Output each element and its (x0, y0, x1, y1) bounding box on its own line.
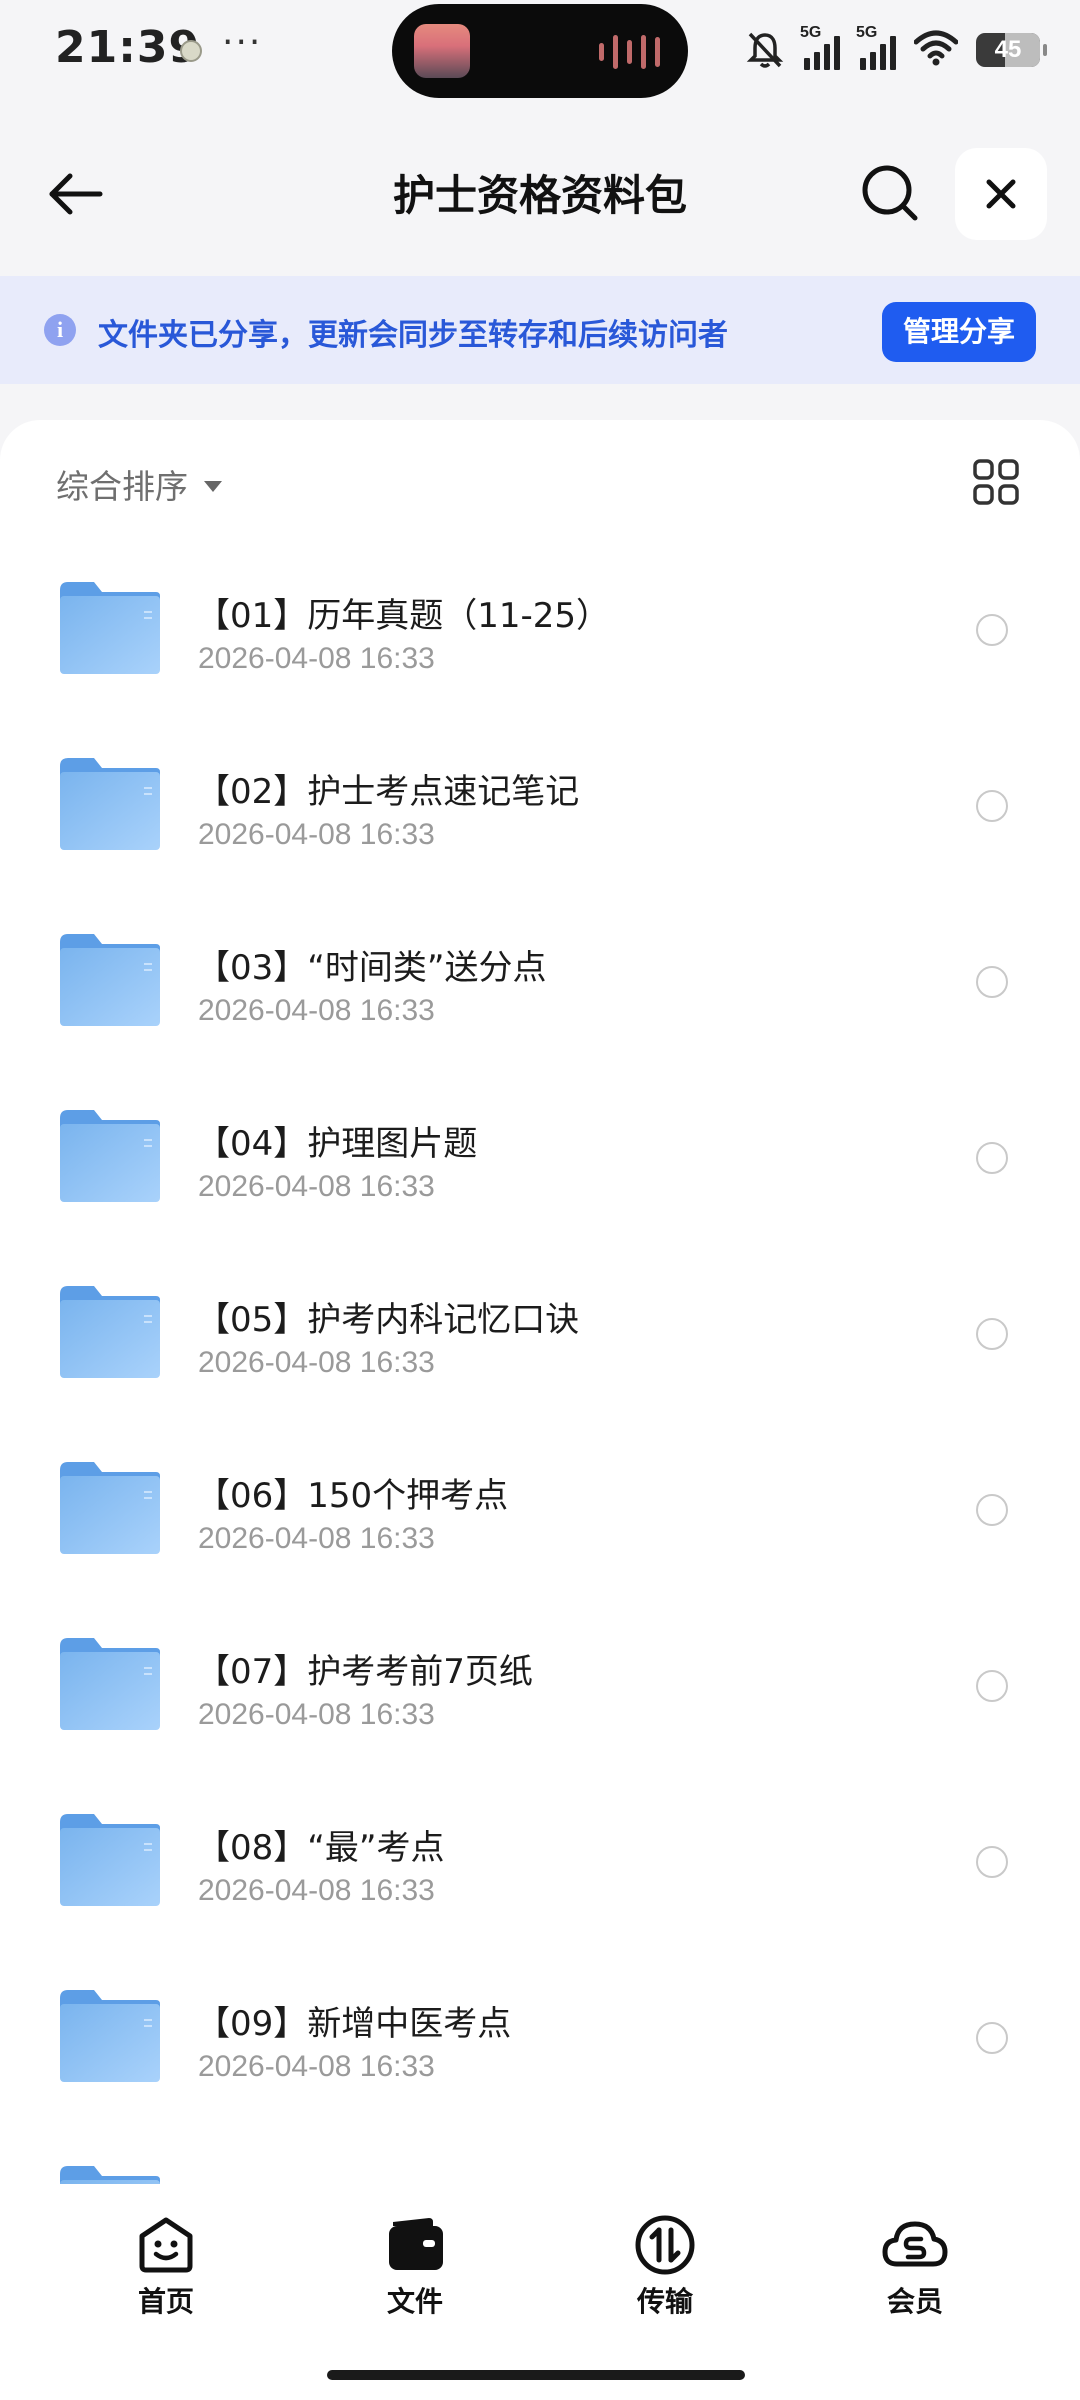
sort-label: 综合排序 (56, 467, 188, 506)
tab-label: 文件 (386, 2285, 443, 2318)
file-row[interactable]: 【03】“时间类”送分点 2026-04-08 16:33 (0, 892, 1080, 1068)
file-date: 2026-04-08 16:33 (198, 1522, 435, 1555)
wifi-icon (913, 30, 959, 70)
notification-dot-icon (180, 40, 202, 62)
tab-member[interactable]: 会员 (845, 2214, 985, 2320)
muted-bell-icon (746, 30, 784, 70)
signal-5g-icon-2: 5G (856, 24, 896, 70)
tab-label: 传输 (636, 2285, 693, 2318)
sort-dropdown[interactable]: 综合排序 (56, 460, 222, 508)
signal-5g-icon: 5G (800, 24, 840, 70)
dynamic-island[interactable] (392, 4, 688, 98)
cloud-member-icon (882, 2221, 948, 2267)
select-radio[interactable] (976, 614, 1008, 646)
file-row[interactable]: 【05】护考内科记忆口诀 2026-04-08 16:33 (0, 1244, 1080, 1420)
select-radio[interactable] (976, 2022, 1008, 2054)
folder-icon (60, 1990, 160, 2082)
banner-text: 文件夹已分享，更新会同步至转存和后续访问者 (98, 318, 728, 353)
select-radio[interactable] (976, 1670, 1008, 1702)
file-name: 【02】护士考点速记笔记 (196, 772, 580, 812)
wallet-folder-icon (389, 2218, 443, 2270)
grid-view-icon[interactable] (972, 458, 1020, 506)
home-smile-icon (139, 2217, 193, 2273)
select-radio[interactable] (976, 1142, 1008, 1174)
close-button[interactable] (955, 148, 1047, 240)
file-date: 2026-04-08 16:33 (198, 1874, 435, 1907)
folder-icon (60, 1814, 160, 1906)
file-date: 2026-04-08 16:33 (198, 994, 435, 1027)
file-name: 【03】“时间类”送分点 (196, 948, 547, 988)
battery-icon: 45 (976, 33, 1047, 67)
file-row[interactable]: 【01】历年真题（11-25） 2026-04-08 16:33 (0, 540, 1080, 716)
file-row[interactable]: 【07】护考考前7页纸 2026-04-08 16:33 (0, 1596, 1080, 1772)
media-thumbnail (414, 24, 470, 78)
folder-icon (60, 1462, 160, 1554)
file-name: 【08】“最”考点 (196, 1828, 445, 1868)
search-icon[interactable] (855, 158, 927, 230)
file-row[interactable]: 【09】新增中医考点 2026-04-08 16:33 (0, 1948, 1080, 2124)
folder-icon (60, 758, 160, 850)
home-indicator[interactable] (327, 2370, 745, 2380)
tab-files[interactable]: 文件 (345, 2214, 485, 2320)
file-date: 2026-04-08 16:33 (198, 818, 435, 851)
file-date: 2026-04-08 16:33 (198, 1346, 435, 1379)
close-icon (986, 179, 1016, 209)
file-list: 【01】历年真题（11-25） 2026-04-08 16:33 【02】护士考… (0, 540, 1080, 2184)
file-name: 【09】新增中医考点 (196, 2004, 512, 2044)
folder-icon (60, 2166, 160, 2184)
caret-down-icon (204, 480, 222, 492)
select-radio[interactable] (976, 1494, 1008, 1526)
info-icon: i (44, 314, 76, 346)
audio-wave-icon (599, 34, 660, 70)
file-date: 2026-04-08 16:33 (198, 2050, 435, 2083)
share-info-banner: i 文件夹已分享，更新会同步至转存和后续访问者 管理分享 (0, 276, 1080, 384)
folder-icon (60, 934, 160, 1026)
status-more: ··· (222, 22, 263, 63)
status-time: 21:39 (55, 22, 201, 73)
select-radio[interactable] (976, 1846, 1008, 1878)
file-name: 【06】150个押考点 (196, 1476, 509, 1516)
file-name: 【01】历年真题（11-25） (196, 596, 611, 636)
file-row[interactable]: 【04】护理图片题 2026-04-08 16:33 (0, 1068, 1080, 1244)
transfer-icon (635, 2215, 695, 2275)
file-date: 2026-04-08 16:33 (198, 642, 435, 675)
manage-share-button[interactable]: 管理分享 (882, 302, 1036, 362)
file-name: 【07】护考考前7页纸 (196, 1652, 533, 1692)
file-row[interactable]: 【08】“最”考点 2026-04-08 16:33 (0, 1772, 1080, 1948)
file-date: 2026-04-08 16:33 (198, 1170, 435, 1203)
file-list-card: 综合排序 【01】历年真题（11-25） 2026-04-08 16:33 【0… (0, 420, 1080, 2200)
select-radio[interactable] (976, 1318, 1008, 1350)
file-row-partial[interactable] (0, 2124, 1080, 2184)
file-name: 【05】护考内科记忆口诀 (196, 1300, 580, 1340)
status-bar: 21:39 ··· 5G 5G 45 (0, 0, 1080, 110)
folder-icon (60, 582, 160, 674)
file-row[interactable]: 【02】护士考点速记笔记 2026-04-08 16:33 (0, 716, 1080, 892)
header-bar: 护士资格资料包 (0, 140, 1080, 250)
tab-label: 首页 (137, 2285, 194, 2318)
file-row[interactable]: 【06】150个押考点 2026-04-08 16:33 (0, 1420, 1080, 1596)
tab-home[interactable]: 首页 (96, 2214, 236, 2320)
select-radio[interactable] (976, 966, 1008, 998)
file-date: 2026-04-08 16:33 (198, 1698, 435, 1731)
select-radio[interactable] (976, 790, 1008, 822)
folder-icon (60, 1638, 160, 1730)
tab-label: 会员 (886, 2285, 943, 2318)
tab-transfer[interactable]: 传输 (595, 2214, 735, 2320)
folder-icon (60, 1286, 160, 1378)
file-name: 【04】护理图片题 (196, 1124, 478, 1164)
folder-icon (60, 1110, 160, 1202)
